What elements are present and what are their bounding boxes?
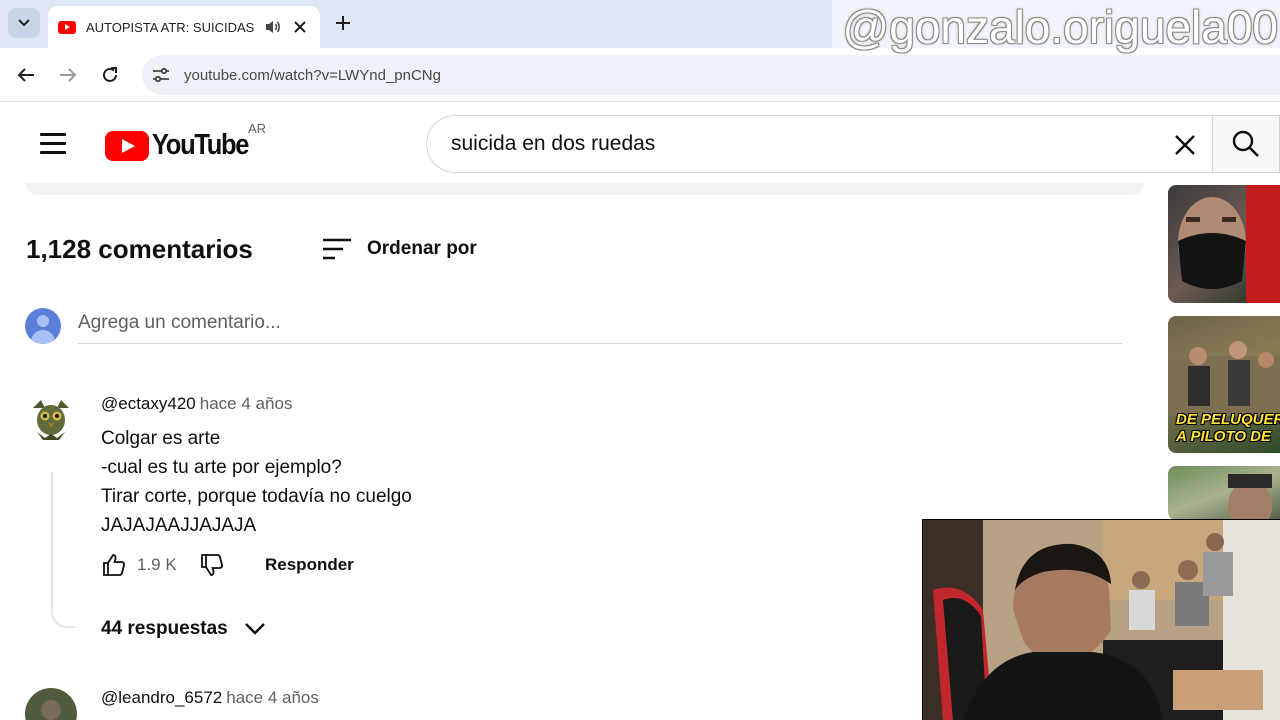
youtube-favicon-icon xyxy=(58,20,76,34)
site-info-tune-icon[interactable] xyxy=(150,64,172,86)
add-comment-input[interactable]: Agrega un comentario... xyxy=(78,306,1122,344)
show-replies-button[interactable]: 44 respuestas xyxy=(101,618,266,640)
search-input[interactable]: suicida en dos ruedas xyxy=(426,115,1212,173)
comments-header: 1,128 comentarios Ordenar por xyxy=(26,234,477,265)
new-tab-plus-icon[interactable] xyxy=(333,13,353,33)
chevron-down-icon xyxy=(244,623,265,635)
thumbs-down-icon[interactable] xyxy=(199,552,225,578)
comment-time[interactable]: hace 4 años xyxy=(226,688,319,707)
comment-author[interactable]: @ectaxy420 xyxy=(101,394,196,413)
search-query-text: suicida en dos ruedas xyxy=(451,132,656,155)
thumbnail-caption-line: A PILOTO DE xyxy=(1176,428,1272,445)
chevron-down-icon xyxy=(18,19,30,27)
comment-time[interactable]: hace 4 años xyxy=(200,394,293,413)
youtube-play-logo-icon xyxy=(105,130,149,161)
sort-lines-icon xyxy=(323,238,351,260)
like-count: 1.9 K xyxy=(137,555,177,574)
add-comment-row: Agrega un comentario... xyxy=(25,306,1123,346)
comment-thread: @leandro_6572 hace 4 años xyxy=(25,688,1025,720)
related-video-thumbnail[interactable]: DE PELUQUER A PILOTO DE xyxy=(1168,316,1280,453)
comment-meta: @leandro_6572 hace 4 años xyxy=(101,688,319,708)
address-bar[interactable]: youtube.com/watch?v=LWYnd_pnCNg xyxy=(142,55,1280,95)
streamer-watermark: @gonzalo.origuela00 xyxy=(832,0,1280,52)
youtube-masthead: YouTube AR suicida en dos ruedas xyxy=(0,103,1280,185)
replies-count-label: 44 respuestas xyxy=(101,618,228,639)
youtube-logo[interactable]: YouTube xyxy=(105,129,261,162)
browser-toolbar: youtube.com/watch?v=LWYnd_pnCNg xyxy=(0,48,1280,102)
close-tab-icon[interactable] xyxy=(292,19,308,35)
country-code: AR xyxy=(248,121,267,136)
comment-line: Colgar es arte xyxy=(101,428,221,449)
clear-search-x-icon[interactable] xyxy=(1172,132,1198,158)
commenter-avatar[interactable] xyxy=(25,688,77,720)
comments-count: 1,128 comentarios xyxy=(26,234,253,264)
webcam-video-image xyxy=(923,520,1280,720)
tab-search-button[interactable] xyxy=(8,8,40,38)
url-text: youtube.com/watch?v=LWYnd_pnCNg xyxy=(184,66,441,84)
outdoor-thumbnail-image xyxy=(1228,474,1272,520)
comment-line: JAJAJAAJJAJAJA xyxy=(101,515,257,536)
owl-emblem-icon xyxy=(25,394,77,446)
thread-connector xyxy=(51,472,75,628)
speaker-audio-icon[interactable] xyxy=(264,19,282,35)
related-video-thumbnail[interactable] xyxy=(1168,185,1280,303)
back-arrow-icon[interactable] xyxy=(15,64,37,86)
tab-title: AUTOPISTA ATR: SUICIDAS EN DOS RUEDAS xyxy=(86,19,258,35)
comment-line: Tirar corte, porque todavía no cuelgo xyxy=(101,486,412,507)
comment-author[interactable]: @leandro_6572 xyxy=(101,688,222,707)
comment-text: Colgar es arte -cual es tu arte por ejem… xyxy=(101,424,412,540)
thumbnail-caption-line: DE PELUQUER xyxy=(1176,411,1280,428)
browser-tab-active[interactable]: AUTOPISTA ATR: SUICIDAS EN DOS RUEDAS xyxy=(48,6,320,48)
sort-label: Ordenar por xyxy=(367,238,477,259)
search-magnifier-icon xyxy=(1232,130,1259,157)
description-box-edge xyxy=(26,183,1144,195)
user-avatar xyxy=(25,308,61,344)
commenter-avatar[interactable] xyxy=(25,394,77,446)
sort-comments-button[interactable]: Ordenar por xyxy=(321,236,477,262)
comment-actions: 1.9 K Responder xyxy=(101,550,354,580)
youtube-logo-text: YouTube xyxy=(152,129,249,161)
related-video-thumbnail[interactable] xyxy=(1168,466,1280,520)
comment-thread: @ectaxy420 hace 4 años Colgar es arte -cu… xyxy=(25,394,1025,654)
comment-line: -cual es tu arte por ejemplo? xyxy=(101,457,342,478)
search-button[interactable] xyxy=(1212,115,1280,173)
reply-button[interactable]: Responder xyxy=(265,555,354,575)
comment-meta: @ectaxy420 hace 4 años xyxy=(101,394,292,414)
reload-icon[interactable] xyxy=(99,64,121,86)
masked-man-thumbnail-image xyxy=(1178,185,1280,303)
watermark-text: @gonzalo.origuela00 xyxy=(842,1,1278,53)
streamer-webcam-overlay xyxy=(922,519,1280,720)
menu-hamburger-icon[interactable] xyxy=(40,133,66,155)
forward-arrow-icon[interactable] xyxy=(57,64,79,86)
thumbnail-caption: DE PELUQUER A PILOTO DE xyxy=(1176,411,1280,445)
thumbs-up-icon[interactable] xyxy=(101,552,127,578)
avatar-photo-icon xyxy=(25,688,77,720)
